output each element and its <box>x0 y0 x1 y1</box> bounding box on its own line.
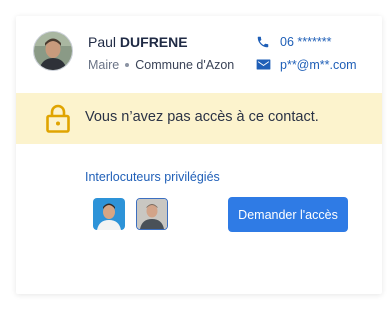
separator-dot <box>125 62 130 67</box>
contact-commune: Commune d'Azon <box>135 58 235 72</box>
interlocutors-title: Interlocuteurs privilégiés <box>85 170 220 184</box>
interlocutor-avatar[interactable] <box>93 198 125 230</box>
contact-name: Paul DUFRENE <box>88 34 188 50</box>
access-warning-message: Vous n’avez pas accès à ce contact. <box>85 109 319 125</box>
mail-icon <box>256 58 271 74</box>
phone-icon <box>256 35 270 52</box>
contact-card: Paul DUFRENE Maire Commune d'Azon 06 ****… <box>16 16 382 294</box>
contact-phone-value: 06 ******* <box>280 35 332 49</box>
lock-icon <box>46 103 70 138</box>
contact-role: Maire <box>88 58 120 72</box>
request-access-button[interactable]: Demander l'accès <box>228 197 348 232</box>
access-warning-banner: Vous n’avez pas accès à ce contact. <box>16 93 382 144</box>
contact-last-name: DUFRENE <box>119 34 188 50</box>
contact-avatar <box>33 31 73 71</box>
contact-header: Paul DUFRENE Maire Commune d'Azon 06 ****… <box>16 16 382 93</box>
contact-role-line: Maire Commune d'Azon <box>88 58 234 72</box>
contact-email-value: p**@m**.com <box>280 58 357 72</box>
contact-first-name: Paul <box>88 34 117 50</box>
interlocutor-avatar[interactable] <box>136 198 168 230</box>
